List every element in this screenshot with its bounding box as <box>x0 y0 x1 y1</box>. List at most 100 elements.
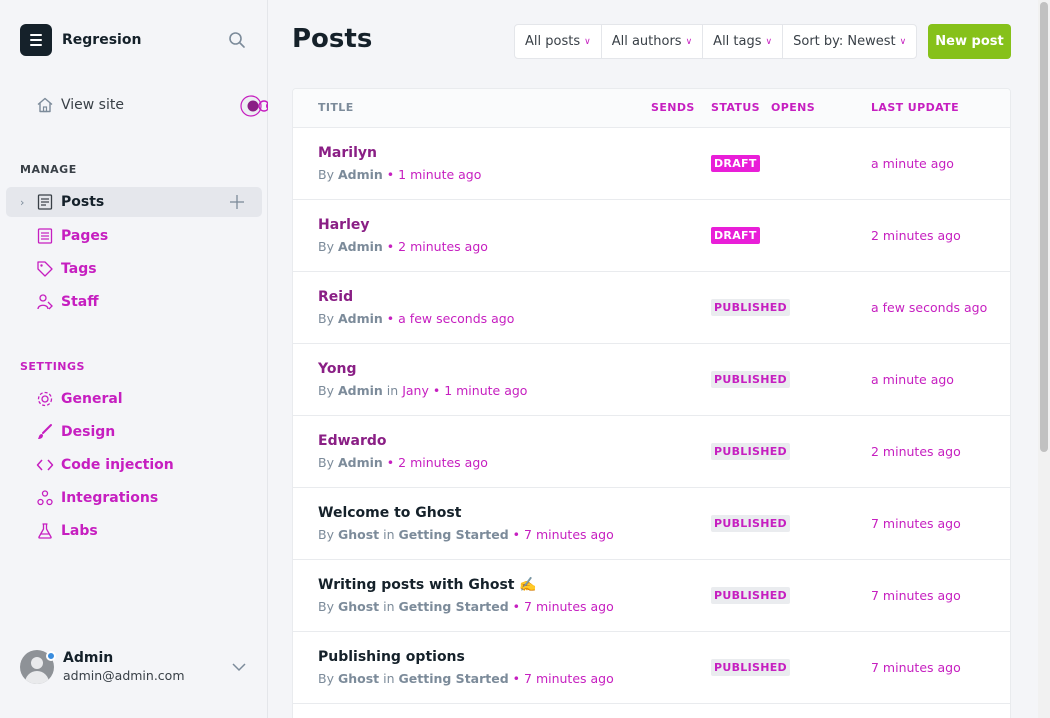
flask-icon <box>38 523 52 539</box>
manage-section-label: MANAGE <box>20 163 77 176</box>
filter-label: All authors <box>611 34 682 49</box>
post-title[interactable]: Writing posts with Ghost ✍️ <box>318 577 537 593</box>
table-row[interactable]: Yong By Admin in Jany • 1 minute ago PUBLI… <box>293 344 1010 416</box>
sidebar-item-pages[interactable]: Pages <box>36 227 108 245</box>
post-meta: By Ghost in Getting Started • 7 minutes … <box>318 527 614 542</box>
status-badge: PUBLISHED <box>711 587 790 604</box>
table-body: Marilyn By Admin • 1 minute ago DRAFT a min… <box>293 128 1010 704</box>
post-title[interactable]: Yong <box>318 361 356 377</box>
view-site-link[interactable]: View site <box>36 96 124 114</box>
post-tag: Getting Started <box>398 527 509 542</box>
table-row[interactable]: Reid By Admin • a few seconds ago PUBLISHE… <box>293 272 1010 344</box>
settings-section-label: SETTINGS <box>20 360 85 373</box>
table-row[interactable]: Writing posts with Ghost ✍️ By Ghost in G… <box>293 560 1010 632</box>
status-badge: PUBLISHED <box>711 515 790 532</box>
by-label: By <box>318 383 334 398</box>
last-updated: 7 minutes ago <box>871 516 961 531</box>
brand-name: Regresion <box>62 32 142 48</box>
table-row[interactable]: Edwardo By Admin • 2 minutes ago PUBLISHED… <box>293 416 1010 488</box>
in-label: in <box>383 671 395 686</box>
sidebar-item-label: Pages <box>61 228 109 244</box>
sidebar-item-label: Posts <box>61 194 105 210</box>
table-row[interactable]: Publishing options By Ghost in Getting St… <box>293 632 1010 704</box>
post-author: Ghost <box>337 599 380 614</box>
sidebar: Regresion View site MANAGE › Posts Pages… <box>0 0 274 718</box>
sep-dot: • <box>512 527 521 542</box>
user-email: admin@admin.com <box>63 667 185 683</box>
filter-author-select[interactable]: All authors ∨ <box>602 25 704 58</box>
last-updated: 7 minutes ago <box>871 660 961 675</box>
column-header-sends: SENDS <box>651 101 695 114</box>
column-header-title: TITLE <box>318 101 354 114</box>
sidebar-item-posts[interactable]: Posts <box>36 193 104 211</box>
chevron-right-icon[interactable]: › <box>20 196 24 209</box>
table-row[interactable]: Marilyn By Admin • 1 minute ago DRAFT a min… <box>293 128 1010 200</box>
by-label: By <box>318 311 334 326</box>
chevron-down-icon: ∨ <box>899 36 907 47</box>
post-time: 1 minute ago <box>444 383 528 398</box>
post-time: 2 minutes ago <box>398 455 488 470</box>
sidebar-item-general[interactable]: General <box>36 390 123 408</box>
post-title[interactable]: Reid <box>318 289 353 305</box>
in-label: in <box>383 527 395 542</box>
chevron-down-icon[interactable] <box>232 662 246 672</box>
post-author: Ghost <box>337 527 380 542</box>
brand[interactable]: Regresion <box>20 24 141 56</box>
post-meta: By Admin • 1 minute ago <box>318 167 481 182</box>
new-post-button[interactable]: New post <box>928 24 1011 59</box>
user-menu[interactable]: Admin admin@admin.com <box>20 650 185 684</box>
by-label: By <box>318 599 334 614</box>
scrollbar[interactable] <box>1038 0 1050 718</box>
table-row[interactable]: Welcome to Ghost By Ghost in Getting Star… <box>293 488 1010 560</box>
posts-table: TITLE SENDS STATUS OPENS LAST UPDATE Mar… <box>292 88 1011 718</box>
post-author: Admin <box>337 455 383 470</box>
post-meta: By Ghost in Getting Started • 7 minutes … <box>318 599 614 614</box>
sidebar-item-design[interactable]: Design <box>36 423 115 441</box>
post-title[interactable]: Welcome to Ghost <box>318 505 461 521</box>
post-time: a few seconds ago <box>398 311 515 326</box>
by-label: By <box>318 167 334 182</box>
post-time: 1 minute ago <box>398 167 482 182</box>
by-label: By <box>318 455 334 470</box>
sidebar-item-label: Labs <box>61 523 98 539</box>
sort-select[interactable]: Sort by: Newest ∨ <box>783 25 916 58</box>
post-author: Admin <box>337 167 383 182</box>
sidebar-item-integrations[interactable]: Integrations <box>36 489 158 507</box>
in-label: in <box>383 599 395 614</box>
last-updated: 2 minutes ago <box>871 228 961 243</box>
sidebar-item-labs[interactable]: Labs <box>36 522 98 540</box>
sidebar-item-tags[interactable]: Tags <box>36 260 97 278</box>
filter-type-select[interactable]: All posts ∨ <box>515 25 602 58</box>
table-row[interactable]: Harley By Admin • 2 minutes ago DRAFT 2 min… <box>293 200 1010 272</box>
tag-icon <box>37 261 53 277</box>
post-title[interactable]: Harley <box>318 217 370 233</box>
sidebar-item-staff[interactable]: Staff <box>36 293 99 311</box>
post-time: 7 minutes ago <box>524 599 614 614</box>
home-icon <box>37 97 53 113</box>
status-badge: DRAFT <box>711 155 760 172</box>
post-title[interactable]: Edwardo <box>318 433 387 449</box>
add-post-plus-icon[interactable] <box>228 193 246 211</box>
integrations-icon <box>37 490 53 506</box>
post-title[interactable]: Publishing options <box>318 649 465 665</box>
sep-dot: • <box>386 239 395 254</box>
table-header: TITLE SENDS STATUS OPENS LAST UPDATE <box>293 89 1010 128</box>
sep-dot: • <box>386 167 395 182</box>
filter-tag-select[interactable]: All tags ∨ <box>703 25 784 58</box>
scrollbar-thumb[interactable] <box>1040 2 1048 452</box>
post-tag: Getting Started <box>398 599 509 614</box>
user-name: Admin <box>63 650 114 667</box>
sep-dot: • <box>512 671 521 686</box>
last-updated: 7 minutes ago <box>871 588 961 603</box>
sidebar-item-label: Staff <box>61 294 99 310</box>
column-header-last-update: LAST UPDATE <box>871 101 959 114</box>
filter-label: All tags <box>713 34 762 49</box>
search-icon[interactable] <box>228 31 246 49</box>
in-label: in <box>386 383 399 398</box>
sidebar-item-code-injection[interactable]: Code injection <box>36 456 174 474</box>
post-title[interactable]: Marilyn <box>318 145 377 161</box>
sidebar-item-label: Code injection <box>61 457 174 473</box>
post-meta: By Ghost in Getting Started • 7 minutes … <box>318 671 614 686</box>
column-header-status: STATUS <box>711 101 760 114</box>
post-time: 2 minutes ago <box>398 239 488 254</box>
